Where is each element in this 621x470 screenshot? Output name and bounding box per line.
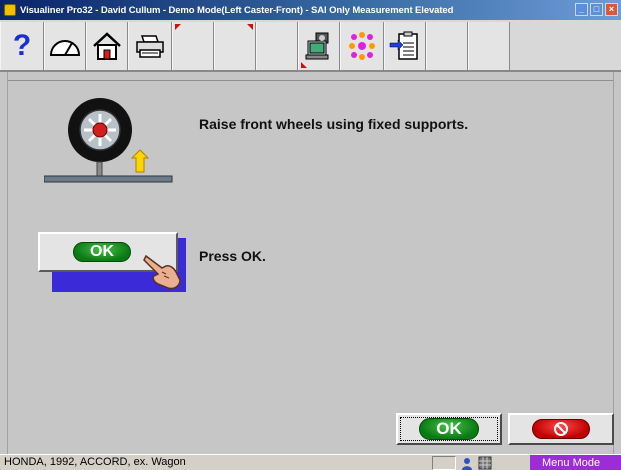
help-button[interactable]: ?	[0, 22, 44, 70]
dots-icon	[349, 32, 375, 60]
minimize-button[interactable]: _	[575, 3, 588, 16]
instruction-raise-wheels: Raise front wheels using fixed supports.	[199, 116, 469, 132]
camera-button[interactable]	[298, 22, 340, 70]
clipboard-arrow-icon	[389, 31, 418, 60]
question-mark-icon: ?	[12, 29, 32, 62]
clipboard-button[interactable]	[384, 22, 426, 70]
corner-marker-icon	[175, 24, 181, 30]
ok-pill: OK	[419, 418, 479, 440]
frame-right	[613, 72, 621, 454]
camera-computer-icon	[305, 32, 329, 60]
vehicle-info: HONDA, 1992, ACCORD, ex. Wagon	[4, 456, 186, 468]
home-icon	[93, 32, 121, 60]
toolbar-blank-1[interactable]	[172, 22, 214, 70]
cancel-icon	[554, 422, 568, 436]
pointing-hand-icon	[143, 254, 181, 290]
close-button[interactable]: ×	[605, 3, 618, 16]
window-title: Visualiner Pro32 - David Cullum - Demo M…	[20, 4, 454, 16]
mode-indicator: Menu Mode	[530, 455, 621, 470]
toolbar-blank-3[interactable]	[256, 22, 298, 70]
status-cell	[432, 456, 456, 470]
title-bar: Visualiner Pro32 - David Cullum - Demo M…	[0, 0, 621, 20]
toolbar: ?	[0, 20, 621, 72]
user-icon	[462, 458, 472, 470]
ok-button[interactable]: OK	[396, 413, 502, 445]
status-bar: HONDA, 1992, ACCORD, ex. Wagon Menu Mode	[0, 454, 621, 470]
gauge-icon	[49, 40, 81, 56]
frame-left	[0, 72, 8, 454]
instruction-press-ok: Press OK.	[199, 248, 266, 264]
dots-button[interactable]	[340, 22, 384, 70]
toolbar-blank-5[interactable]	[468, 22, 510, 70]
corner-marker-icon	[301, 62, 307, 68]
ok-pill: OK	[73, 242, 131, 262]
maximize-button[interactable]: □	[590, 3, 603, 16]
toolbar-blank-4[interactable]	[426, 22, 468, 70]
window-controls: _ □ ×	[575, 3, 618, 16]
home-button[interactable]	[86, 22, 128, 70]
cancel-pill	[532, 419, 590, 439]
cancel-button[interactable]	[508, 413, 614, 445]
raised-wheel-illustration	[44, 98, 173, 183]
corner-marker-icon	[247, 24, 253, 30]
print-button[interactable]	[128, 22, 172, 70]
toolbar-blank-2[interactable]	[214, 22, 256, 70]
gauge-button[interactable]	[44, 22, 86, 70]
grid-icon	[478, 456, 492, 470]
app-icon	[4, 4, 16, 16]
printer-icon	[136, 35, 164, 58]
